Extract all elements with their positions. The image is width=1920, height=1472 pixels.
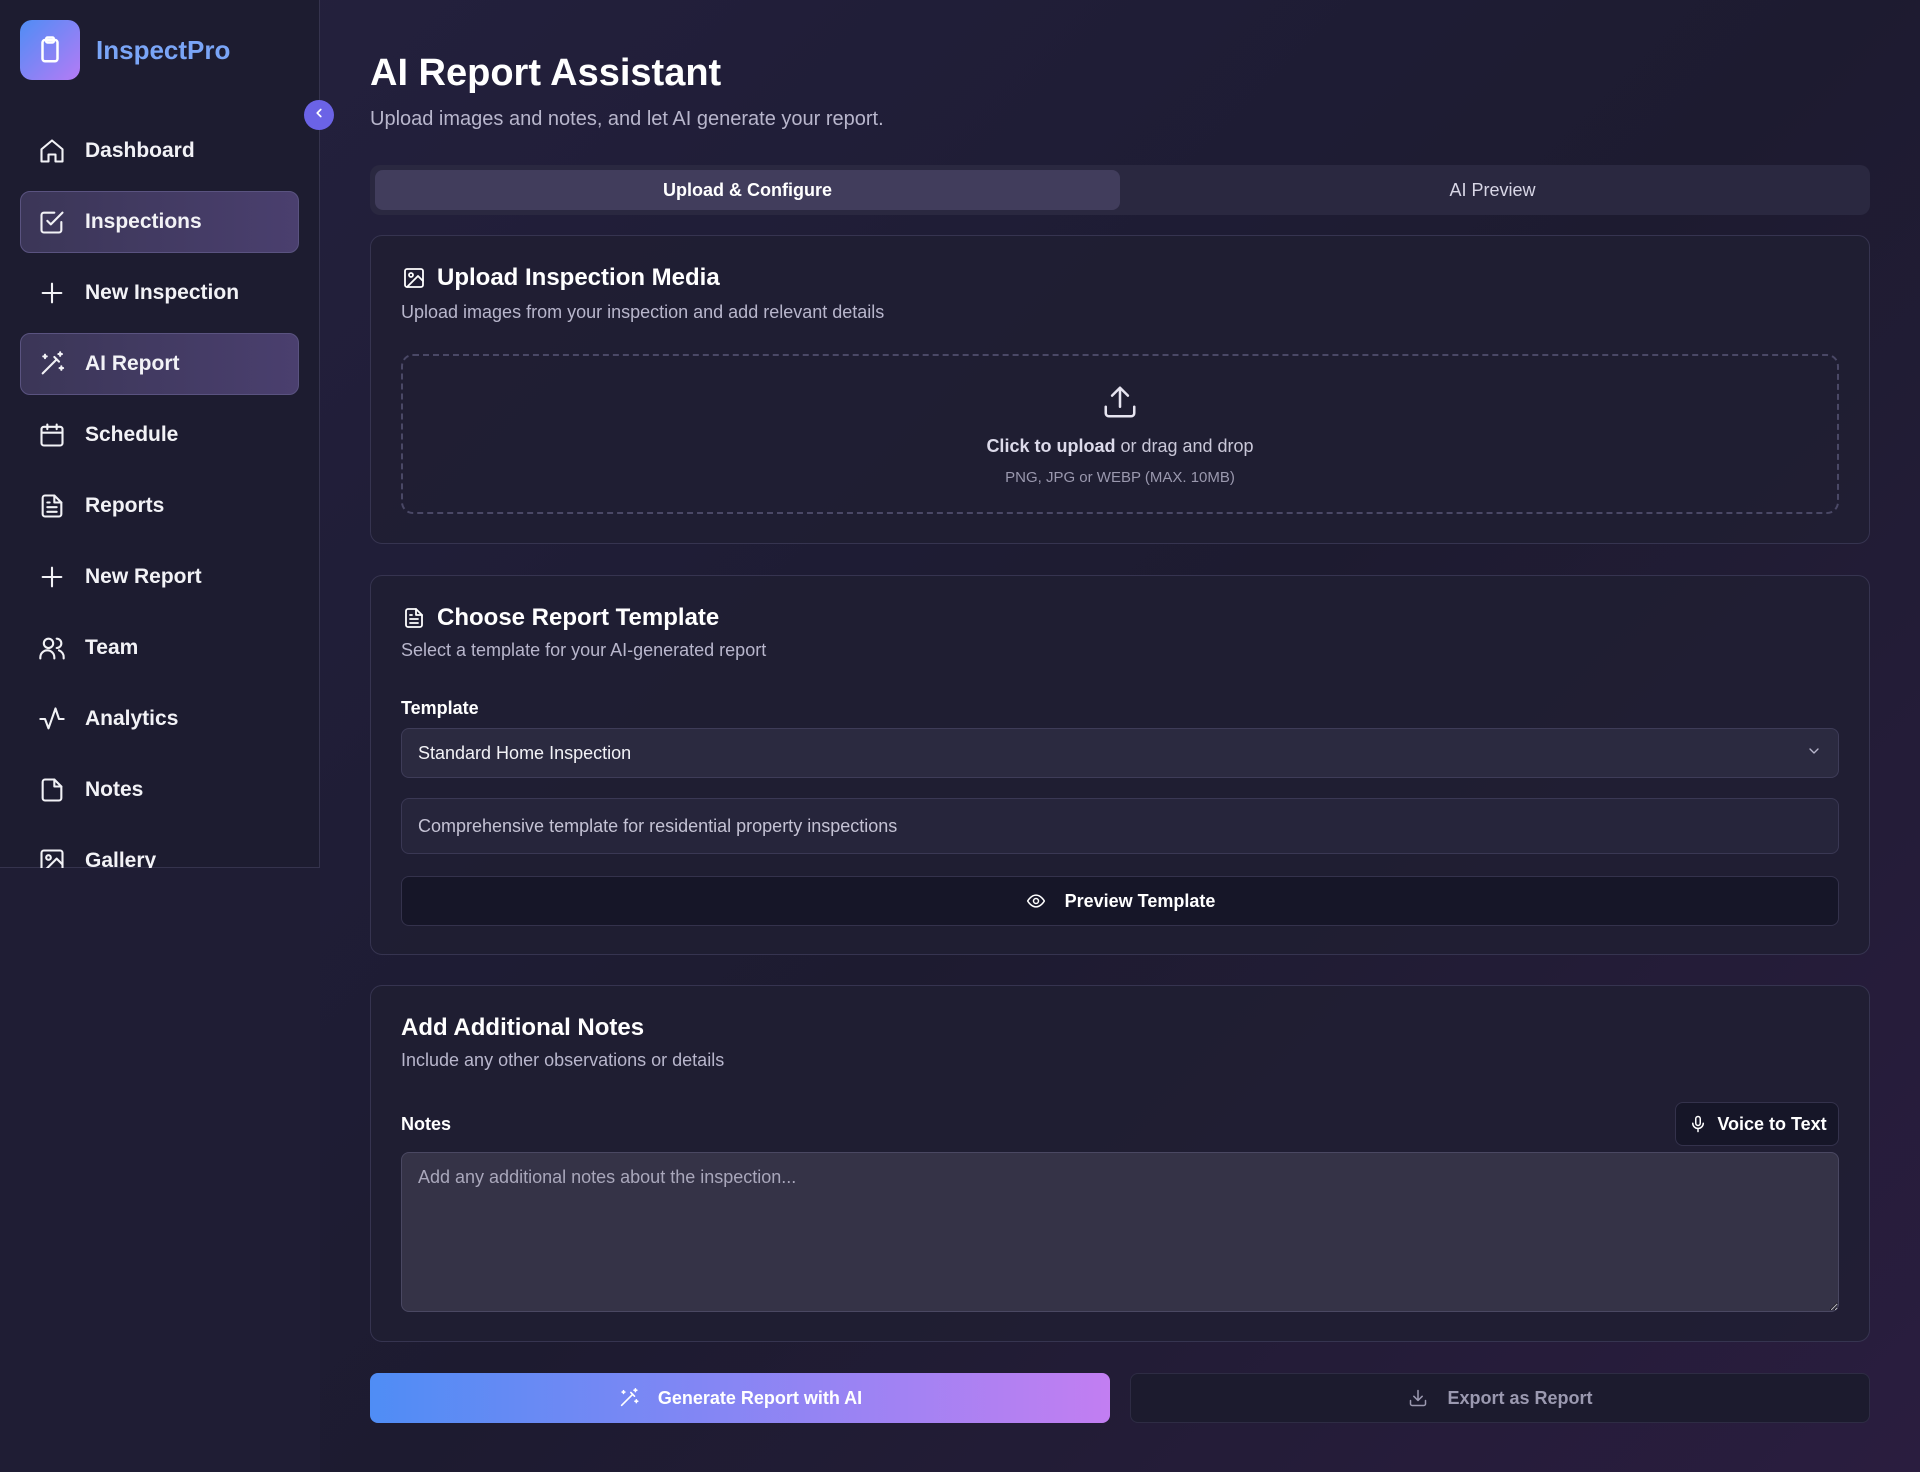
image-icon (401, 265, 427, 291)
activity-icon (37, 704, 67, 734)
plus-icon (37, 278, 67, 308)
brand[interactable]: InspectPro (20, 20, 230, 80)
calendar-icon (37, 420, 67, 450)
clipboard-icon (20, 20, 80, 80)
upload-card-title: Upload Inspection Media (401, 264, 720, 292)
users-icon (37, 633, 67, 663)
sidebar-item-label: Notes (85, 778, 144, 801)
sidebar-background (0, 868, 320, 1472)
generate-report-button[interactable]: Generate Report with AI (370, 1373, 1110, 1423)
eye-icon (1025, 890, 1047, 912)
home-icon (37, 136, 67, 166)
sidebar: InspectPro Dashboard Inspections New Ins… (0, 0, 320, 873)
notes-textarea[interactable] (401, 1152, 1839, 1312)
click-to-upload-link[interactable]: Click to upload (986, 436, 1115, 456)
sidebar-item-dashboard[interactable]: Dashboard (20, 120, 299, 182)
sidebar-item-analytics[interactable]: Analytics (20, 688, 299, 750)
upload-title-text: Upload Inspection Media (437, 264, 720, 291)
sidebar-item-new-report[interactable]: New Report (20, 546, 299, 608)
chevron-left-icon (312, 106, 326, 125)
preview-template-button[interactable]: Preview Template (401, 876, 1839, 926)
sidebar-item-inspections[interactable]: Inspections (20, 191, 299, 253)
additional-notes-card: Add Additional Notes Include any other o… (370, 985, 1870, 1342)
tab-bar: Upload & Configure AI Preview (370, 165, 1870, 215)
page-subtitle: Upload images and notes, and let AI gene… (370, 108, 884, 130)
notes-label: Notes (401, 1114, 452, 1134)
upload-icon (1101, 383, 1139, 426)
sidebar-item-label: Dashboard (85, 139, 195, 162)
sidebar-item-label: Schedule (85, 423, 179, 446)
generate-report-label: Generate Report with AI (657, 1387, 863, 1408)
sidebar-item-ai-report[interactable]: AI Report (20, 333, 299, 395)
upload-file-hint: PNG, JPG or WEBP (MAX. 10MB) (1005, 468, 1235, 486)
sidebar-item-team[interactable]: Team (20, 617, 299, 679)
notes-card-title: Add Additional Notes (401, 1014, 645, 1041)
sidebar-item-label: New Inspection (85, 281, 240, 304)
template-selected-value: Standard Home Inspection (418, 742, 632, 763)
template-card-title: Choose Report Template (401, 604, 719, 632)
tab-upload-configure[interactable]: Upload & Configure (375, 170, 1120, 210)
sidebar-item-reports[interactable]: Reports (20, 475, 299, 537)
tab-ai-preview[interactable]: AI Preview (1120, 170, 1865, 210)
file-icon (37, 775, 67, 805)
upload-dropzone[interactable]: Click to upload or drag and drop PNG, JP… (401, 354, 1839, 514)
chevron-down-icon (1806, 743, 1822, 764)
voice-to-text-label: Voice to Text (1717, 1113, 1827, 1134)
notes-card-subtitle: Include any other observations or detail… (401, 1050, 725, 1070)
template-description: Comprehensive template for residential p… (401, 798, 1839, 854)
preview-template-label: Preview Template (1064, 890, 1216, 911)
export-report-label: Export as Report (1447, 1387, 1593, 1408)
voice-to-text-button[interactable]: Voice to Text (1675, 1102, 1839, 1146)
sidebar-item-label: Reports (85, 494, 165, 517)
sidebar-item-schedule[interactable]: Schedule (20, 404, 299, 466)
sidebar-item-label: Team (85, 636, 139, 659)
collapse-sidebar-button[interactable] (304, 100, 334, 130)
sidebar-item-label: AI Report (85, 352, 180, 375)
sidebar-item-notes[interactable]: Notes (20, 759, 299, 821)
brand-name: InspectPro (96, 34, 231, 65)
report-template-card: Choose Report Template Select a template… (370, 575, 1870, 955)
sidebar-nav: Dashboard Inspections New Inspection AI … (20, 120, 299, 901)
upload-card-subtitle: Upload images from your inspection and a… (401, 302, 885, 322)
sidebar-item-label: Analytics (85, 707, 179, 730)
sidebar-item-label: New Report (85, 565, 202, 588)
clipboard-check-icon (37, 207, 67, 237)
upload-instruction: Click to upload or drag and drop (986, 436, 1253, 457)
sidebar-item-new-inspection[interactable]: New Inspection (20, 262, 299, 324)
document-icon (401, 605, 427, 631)
drag-drop-text: or drag and drop (1115, 435, 1254, 456)
template-label: Template (401, 698, 479, 718)
upload-media-card: Upload Inspection Media Upload images fr… (370, 235, 1870, 544)
export-report-button[interactable]: Export as Report (1130, 1373, 1870, 1423)
magic-wand-icon (618, 1387, 640, 1409)
microphone-icon (1687, 1113, 1709, 1135)
sidebar-item-label: Inspections (85, 210, 202, 233)
magic-wand-icon (37, 349, 67, 379)
download-icon (1407, 1387, 1429, 1409)
plus-icon (37, 562, 67, 592)
template-card-subtitle: Select a template for your AI-generated … (401, 640, 767, 660)
page-title: AI Report Assistant (370, 52, 722, 94)
template-title-text: Choose Report Template (437, 604, 720, 631)
template-select[interactable]: Standard Home Inspection (401, 728, 1839, 778)
document-icon (37, 491, 67, 521)
